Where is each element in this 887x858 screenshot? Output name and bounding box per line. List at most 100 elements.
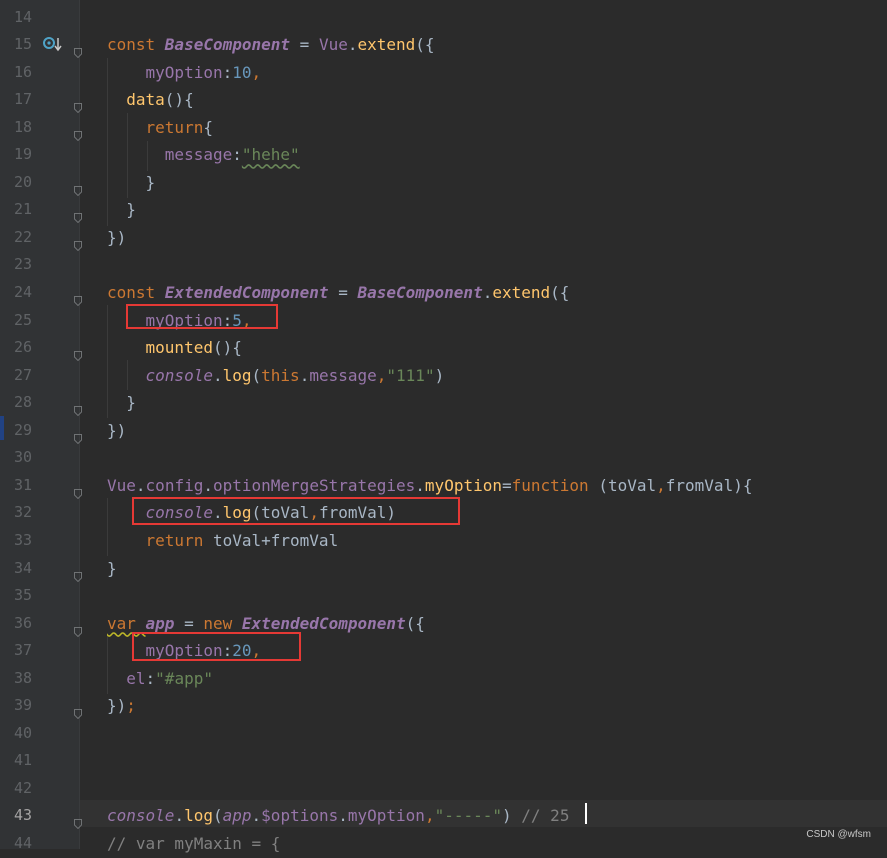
fold-marker-icon[interactable] bbox=[74, 39, 82, 59]
fold-marker-icon[interactable] bbox=[74, 700, 82, 720]
code-token: "111" bbox=[386, 365, 435, 385]
fold-marker-icon[interactable] bbox=[74, 204, 82, 224]
code-line[interactable]: 30 bbox=[0, 444, 887, 472]
code-token: ExtendedComponent bbox=[164, 283, 329, 302]
code-token: Vue bbox=[318, 35, 348, 55]
code-token: fromVal){ bbox=[665, 475, 753, 495]
code-token: ( bbox=[212, 806, 223, 826]
line-number: 15 bbox=[13, 35, 32, 54]
fold-marker-icon[interactable] bbox=[74, 177, 82, 197]
code-token: message bbox=[164, 145, 233, 165]
code-text: Vue.config.optionMergeStrategies.myOptio… bbox=[107, 472, 752, 500]
code-token: , bbox=[251, 62, 262, 82]
code-line[interactable]: 19 message:"hehe" bbox=[0, 141, 887, 169]
code-line[interactable]: 33 return toVal+fromVal bbox=[0, 527, 887, 555]
code-text: mounted(){ bbox=[107, 334, 242, 362]
code-text: data(){ bbox=[107, 86, 193, 114]
line-number: 20 bbox=[13, 172, 32, 191]
fold-marker-icon[interactable] bbox=[74, 122, 82, 141]
code-line[interactable]: 15 const BaseComponent = Vue.extend({ bbox=[0, 31, 887, 59]
fold-marker-icon[interactable] bbox=[74, 425, 82, 444]
line-number: 16 bbox=[13, 62, 32, 81]
code-token: extend bbox=[492, 283, 551, 302]
fold-marker-icon[interactable] bbox=[74, 94, 82, 114]
fold-marker-icon[interactable] bbox=[74, 287, 82, 307]
code-token: } bbox=[107, 200, 136, 220]
code-line[interactable]: 26 mounted(){ bbox=[0, 334, 887, 362]
code-token: app bbox=[222, 806, 252, 826]
line-number: 31 bbox=[13, 475, 32, 494]
line-number: 17 bbox=[13, 90, 32, 109]
code-line[interactable]: 44 // var myMaxin = { bbox=[0, 830, 887, 858]
fold-marker-icon[interactable] bbox=[74, 232, 82, 252]
watermark: CSDN @wfsm bbox=[806, 829, 871, 840]
code-token: ( bbox=[251, 365, 262, 385]
code-line[interactable]: 17 data(){ bbox=[0, 86, 887, 114]
code-line[interactable]: 16 myOption:10, bbox=[0, 59, 887, 87]
code-text: console.log(this.message,"111") bbox=[107, 362, 445, 390]
code-line[interactable]: 41 bbox=[0, 747, 887, 775]
fold-marker-icon[interactable] bbox=[74, 810, 82, 830]
code-token: console bbox=[107, 806, 175, 826]
line-number: 28 bbox=[13, 393, 32, 412]
line-number: 43 bbox=[13, 806, 32, 825]
code-line[interactable]: 18 return{ bbox=[0, 114, 887, 142]
code-line[interactable]: 22}) bbox=[0, 224, 887, 252]
code-token: log bbox=[222, 365, 252, 385]
code-token: . bbox=[212, 365, 223, 385]
code-token: . bbox=[415, 475, 425, 495]
line-number: 27 bbox=[13, 365, 32, 384]
line-number: 29 bbox=[13, 420, 32, 439]
code-token: . bbox=[135, 475, 146, 495]
code-line[interactable]: 38 el:"#app" bbox=[0, 665, 887, 693]
code-text: }) bbox=[107, 224, 126, 252]
code-line[interactable]: 28 } bbox=[0, 389, 887, 417]
code-line[interactable]: 42 bbox=[0, 775, 887, 803]
code-token: ({ bbox=[550, 283, 570, 302]
fold-marker-icon[interactable] bbox=[74, 618, 82, 637]
code-line[interactable]: 24 const ExtendedComponent = BaseComponen… bbox=[0, 279, 887, 307]
code-token: . bbox=[299, 365, 310, 385]
code-line[interactable]: 21 } bbox=[0, 196, 887, 224]
line-number: 37 bbox=[13, 641, 32, 660]
line-number: 34 bbox=[13, 558, 32, 577]
code-token: myOption bbox=[145, 62, 223, 82]
code-token: . bbox=[338, 806, 348, 826]
code-line[interactable]: 34} bbox=[0, 555, 887, 583]
fold-marker-icon[interactable] bbox=[74, 480, 82, 500]
code-text: // var myMaxin = { bbox=[107, 830, 280, 858]
code-line[interactable]: 27 console.log(this.message,"111") bbox=[0, 362, 887, 390]
code-line[interactable]: 29}) bbox=[0, 417, 887, 445]
code-token: ) bbox=[434, 365, 445, 385]
code-token: = bbox=[501, 475, 512, 495]
code-line[interactable]: 23 bbox=[0, 251, 887, 279]
code-token: }) bbox=[107, 696, 127, 716]
line-number: 25 bbox=[13, 310, 32, 329]
fold-marker-icon[interactable] bbox=[74, 397, 82, 417]
code-token: . bbox=[251, 806, 262, 826]
line-number: 41 bbox=[13, 751, 32, 770]
code-token: return bbox=[145, 530, 213, 550]
code-text: const ExtendedComponent = BaseComponent.… bbox=[107, 279, 569, 307]
code-text: } bbox=[107, 389, 136, 417]
fold-marker-icon[interactable] bbox=[74, 563, 82, 582]
line-number: 36 bbox=[13, 613, 32, 632]
code-line[interactable]: 40 bbox=[0, 720, 887, 748]
line-number: 23 bbox=[13, 255, 32, 274]
code-line[interactable]: 39}); bbox=[0, 692, 887, 720]
fold-marker-icon[interactable] bbox=[74, 342, 82, 362]
code-line[interactable]: 20 } bbox=[0, 169, 887, 197]
code-line[interactable]: 35 bbox=[0, 582, 887, 610]
code-token: return bbox=[145, 117, 204, 137]
line-number: 44 bbox=[13, 834, 32, 852]
code-text: return toVal+fromVal bbox=[107, 527, 339, 555]
code-line[interactable]: 14 bbox=[0, 4, 887, 32]
code-text: }); bbox=[107, 692, 136, 720]
code-line[interactable]: 43 console.log(app.$options.myOption,"---… bbox=[0, 802, 887, 830]
code-token: 10 bbox=[232, 62, 252, 82]
code-line[interactable]: 31 Vue.config.optionMergeStrategies.myOpt… bbox=[0, 472, 887, 500]
